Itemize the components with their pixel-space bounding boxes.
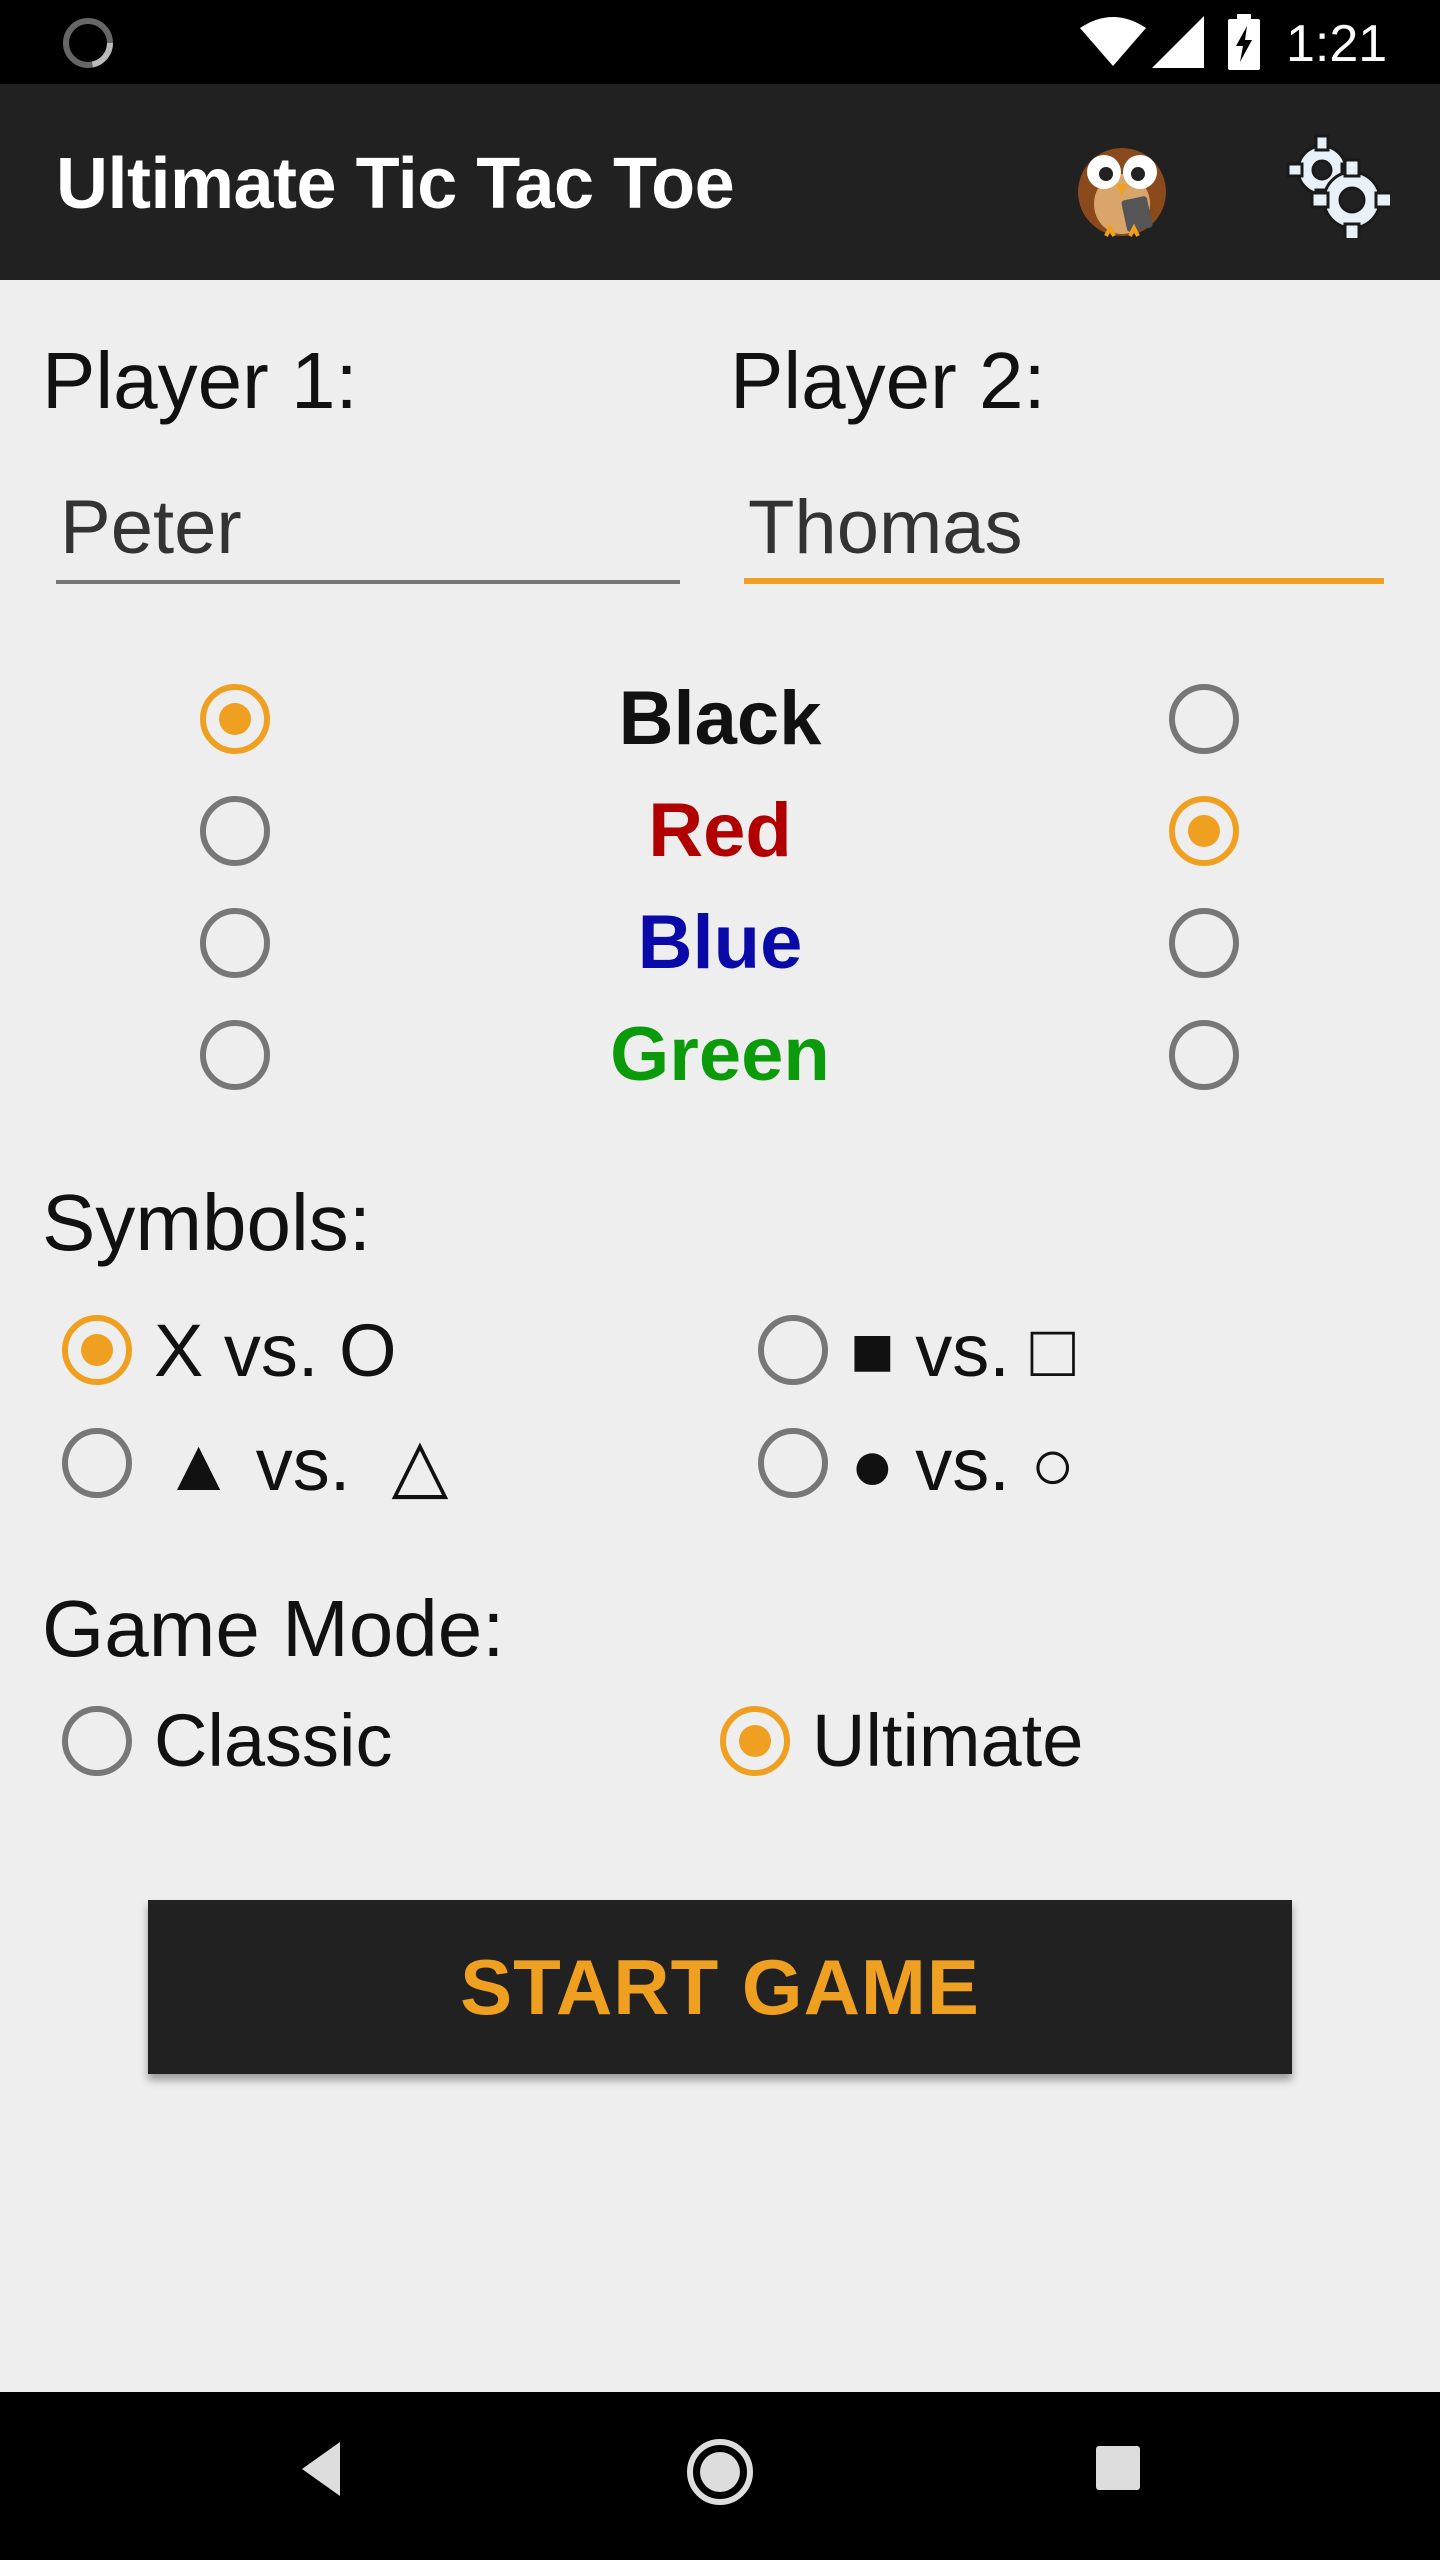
player1-name-field[interactable]: Peter <box>56 464 680 584</box>
color-label-black: Black <box>618 676 822 761</box>
navigation-bar <box>0 2392 1440 2560</box>
cell-signal-icon <box>1152 16 1204 68</box>
game-mode-label: Game Mode: <box>42 1584 505 1673</box>
symbols-triangle-radio[interactable] <box>62 1428 132 1498</box>
symbols-triangle-label[interactable]: ▲ vs. △ <box>162 1420 448 1510</box>
symbols-square-radio[interactable] <box>758 1315 828 1385</box>
color-label-blue: Blue <box>637 900 803 985</box>
symbols-x-o-label[interactable]: X vs. O <box>154 1306 397 1396</box>
game-mode-classic-radio[interactable] <box>62 1706 132 1776</box>
symbols-x-o-radio[interactable] <box>62 1315 132 1385</box>
player2-label: Player 2: <box>730 336 1046 425</box>
status-bar: 1:21 <box>0 0 1440 84</box>
start-game-button[interactable]: START GAME <box>148 1900 1292 2074</box>
symbols-square-label[interactable]: ■ vs. □ <box>850 1306 1075 1396</box>
game-mode-ultimate-label[interactable]: Ultimate <box>812 1696 1083 1786</box>
player1-name-value: Peter <box>60 485 242 570</box>
symbols-circle-label[interactable]: ● vs. ○ <box>850 1420 1075 1510</box>
player2-color-red-radio[interactable] <box>1169 796 1239 866</box>
loading-spinner-icon <box>63 18 113 68</box>
player1-color-blue-radio[interactable] <box>200 908 270 978</box>
player1-color-red-radio[interactable] <box>200 796 270 866</box>
player2-name-underline <box>744 578 1384 584</box>
wifi-icon <box>1080 17 1146 66</box>
player2-name-field[interactable]: Thomas <box>744 464 1384 584</box>
settings-gear-icon[interactable] <box>1282 130 1390 238</box>
player1-color-black-radio[interactable] <box>200 684 270 754</box>
player2-color-black-radio[interactable] <box>1169 684 1239 754</box>
recents-icon[interactable] <box>1096 2446 1140 2490</box>
game-mode-classic-label[interactable]: Classic <box>154 1696 392 1786</box>
back-icon[interactable] <box>296 2436 344 2502</box>
player2-color-green-radio[interactable] <box>1169 1020 1239 1090</box>
battery-charging-icon <box>1228 14 1260 70</box>
player2-name-value: Thomas <box>748 485 1023 570</box>
player1-color-green-radio[interactable] <box>200 1020 270 1090</box>
player1-label: Player 1: <box>42 336 358 425</box>
status-time: 1:21 <box>1286 15 1388 73</box>
color-label-green: Green <box>610 1012 830 1097</box>
symbols-circle-radio[interactable] <box>758 1428 828 1498</box>
home-icon[interactable] <box>686 2438 754 2506</box>
color-label-red: Red <box>648 788 792 873</box>
player1-name-underline <box>56 580 680 584</box>
game-mode-ultimate-radio[interactable] <box>720 1706 790 1776</box>
app-title: Ultimate Tic Tac Toe <box>56 144 735 224</box>
player2-color-blue-radio[interactable] <box>1169 908 1239 978</box>
symbols-label: Symbols: <box>42 1178 371 1267</box>
app-bar: Ultimate Tic Tac Toe <box>0 84 1440 280</box>
owl-logo-icon[interactable] <box>1066 128 1178 240</box>
